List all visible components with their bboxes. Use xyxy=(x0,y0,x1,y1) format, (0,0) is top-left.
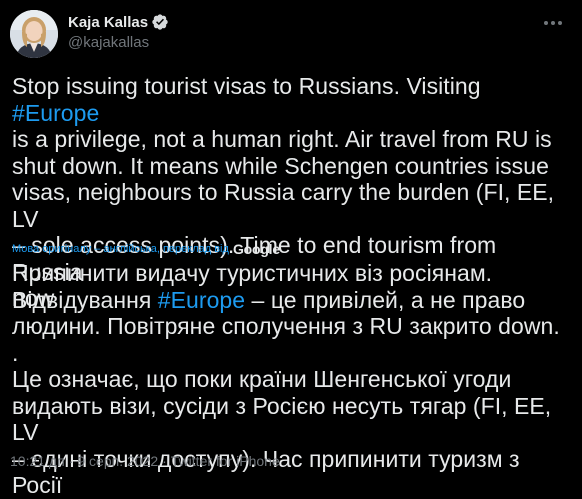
tweet-meta: 10:21 дп · 9 серп. 2022 · Twitter for iP… xyxy=(10,453,280,469)
tweet-time[interactable]: 10:21 дп xyxy=(10,453,65,469)
avatar[interactable] xyxy=(10,10,58,58)
translation-attribution: Мова оригіналу – англійська, переклад ві… xyxy=(12,240,280,258)
tweet-header: Kaja Kallas @kajakallas xyxy=(10,10,570,58)
author-handle[interactable]: @kajakallas xyxy=(68,34,169,51)
meta-separator: · xyxy=(68,453,74,469)
more-options-icon[interactable] xyxy=(542,16,564,30)
display-name-row: Kaja Kallas xyxy=(68,12,169,32)
meta-separator: · xyxy=(162,453,167,469)
google-logo: Google xyxy=(232,241,280,257)
author-names: Kaja Kallas @kajakallas xyxy=(68,12,169,51)
verified-badge-icon xyxy=(151,13,169,31)
hashtag-link[interactable]: #Europe xyxy=(12,100,99,126)
tweet-source[interactable]: Twitter for iPhone xyxy=(171,453,280,469)
avatar-photo xyxy=(10,10,58,58)
tweet-text-part: Stop issuing tourist visas to Russians. … xyxy=(12,73,488,99)
tweet-date[interactable]: 9 серп. 2022 xyxy=(77,453,158,469)
display-name[interactable]: Kaja Kallas xyxy=(68,14,148,31)
hashtag-link[interactable]: #Europe xyxy=(158,287,245,313)
tweet: Kaja Kallas @kajakallas Stop issuing tou… xyxy=(0,0,582,498)
translation-note-link[interactable]: Мова оригіналу – англійська, переклад ві… xyxy=(12,243,229,255)
